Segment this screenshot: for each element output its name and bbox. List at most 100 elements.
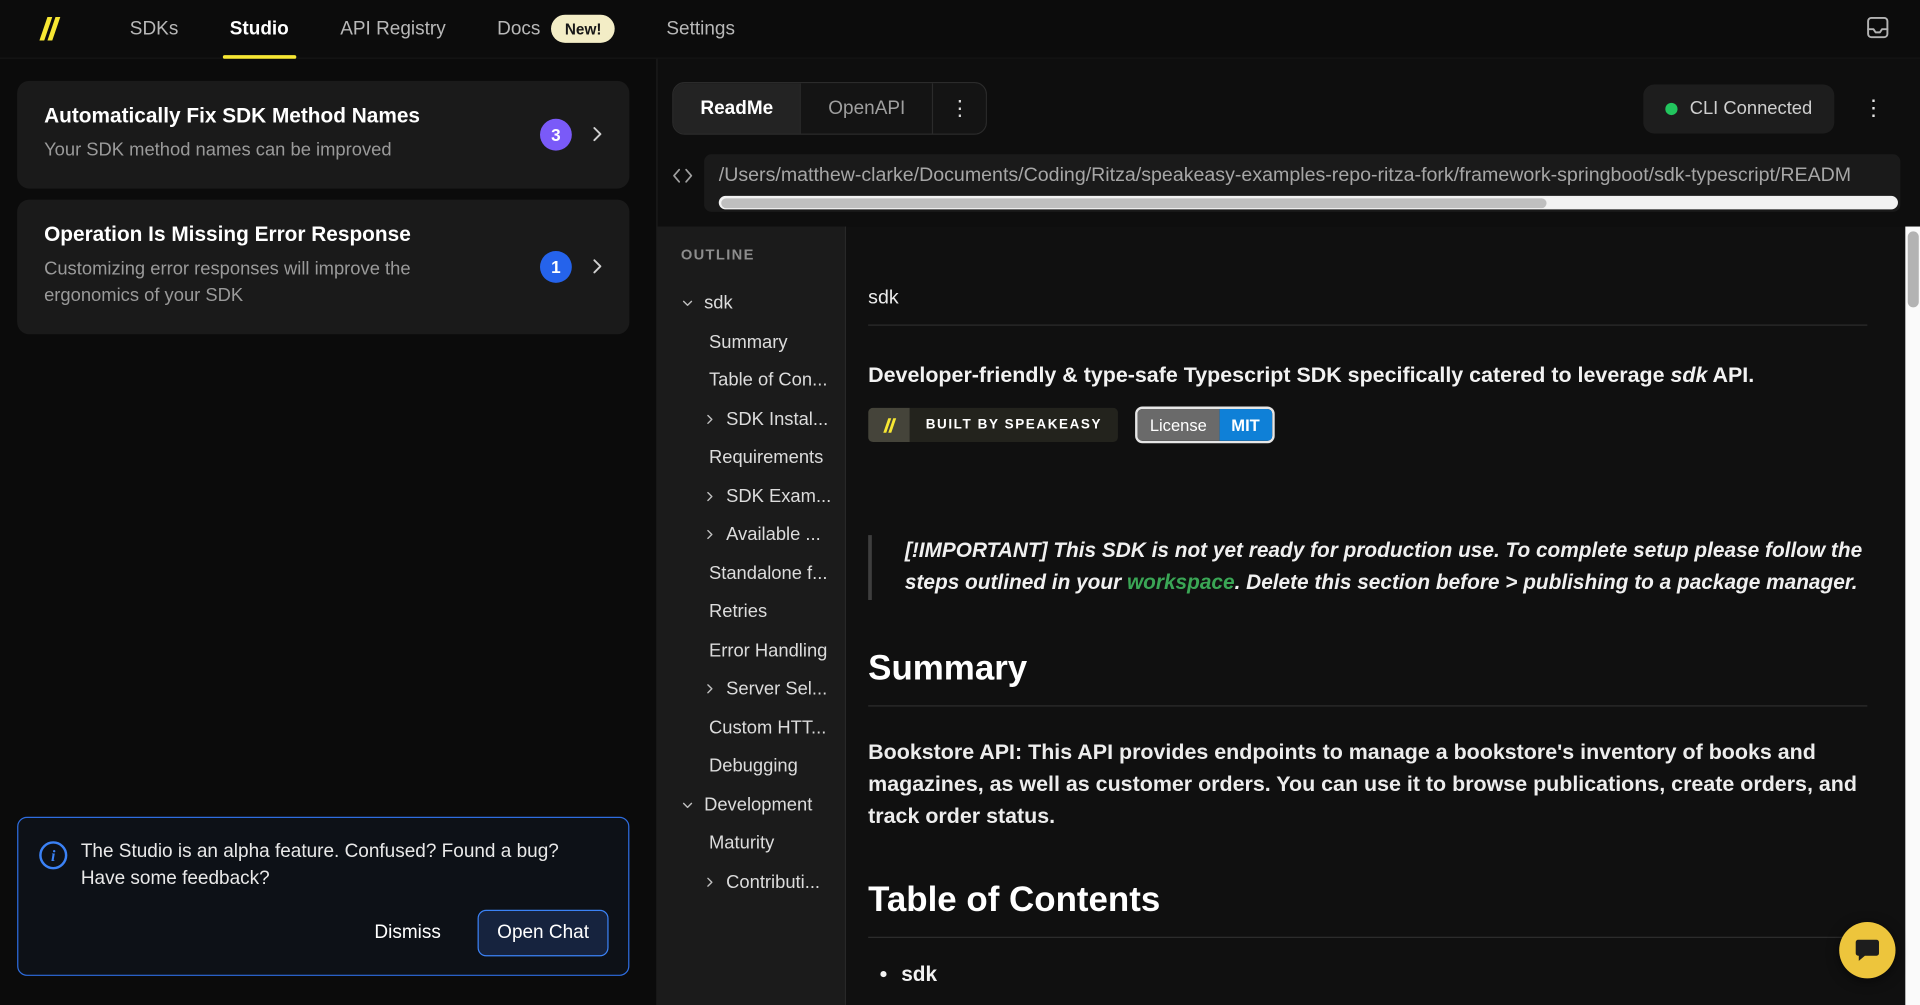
- outline-item-retries[interactable]: Retries: [681, 593, 845, 632]
- outline-item-sdk[interactable]: sdk: [681, 284, 845, 323]
- file-path-bar: /Users/matthew-clarke/Documents/Coding/R…: [667, 154, 1900, 212]
- outline-item-custom-http[interactable]: Custom HTT...: [681, 708, 845, 747]
- inbox-icon: [1865, 14, 1891, 43]
- top-navbar: SDKs Studio API Registry Docs New! Setti…: [0, 0, 1920, 59]
- vertical-scrollbar-thumb[interactable]: [1907, 231, 1918, 307]
- chevron-down-icon[interactable]: [681, 297, 694, 310]
- editor-header: ReadMe OpenAPI ⋮ CLI Connected ⋮: [658, 59, 1920, 135]
- suggestion-card-text: Operation Is Missing Error Response Cust…: [44, 222, 520, 310]
- outline-item-sdk-examples[interactable]: SDK Exam...: [681, 477, 845, 516]
- outline-item-label: Maturity: [709, 833, 774, 854]
- nav-studio-label: Studio: [230, 18, 289, 40]
- outline-item-requirements[interactable]: Requirements: [681, 438, 845, 477]
- suggestion-subtitle: Your SDK method names can be improved: [44, 137, 485, 165]
- outline-item-label: Contributi...: [726, 872, 820, 893]
- outline-item-table-of-contents[interactable]: Table of Con...: [681, 361, 845, 400]
- outline-item-maturity[interactable]: Maturity: [681, 824, 845, 863]
- built-by-speakeasy-badge[interactable]: BUILT BY SPEAKEASY: [868, 408, 1118, 442]
- chevron-down-icon[interactable]: [681, 798, 694, 811]
- chevron-right-icon[interactable]: [703, 489, 716, 502]
- outline-header: OUTLINE: [681, 246, 845, 263]
- outline-item-label: Server Sel...: [726, 679, 827, 700]
- vertical-scrollbar[interactable]: [1905, 227, 1920, 1005]
- suggestion-card-text: Automatically Fix SDK Method Names Your …: [44, 104, 520, 165]
- important-text-post: . Delete this section before > publishin…: [1235, 571, 1858, 594]
- built-by-speakeasy-label: BUILT BY SPEAKEASY: [910, 408, 1118, 442]
- license-label: License: [1138, 409, 1219, 441]
- outline-item-label: Standalone f...: [709, 563, 827, 584]
- workspace-link[interactable]: workspace: [1127, 571, 1235, 594]
- nav-sdks[interactable]: SDKs: [104, 0, 204, 58]
- chevron-right-icon: [587, 124, 608, 145]
- suggestions-panel: Automatically Fix SDK Method Names Your …: [0, 59, 656, 1005]
- file-path: /Users/matthew-clarke/Documents/Coding/R…: [719, 165, 1898, 187]
- outline-item-label: Retries: [709, 602, 767, 623]
- horizontal-scrollbar-thumb[interactable]: [721, 198, 1546, 208]
- readme-content: sdk Developer-friendly & type-safe Types…: [868, 288, 1867, 988]
- nav-docs[interactable]: Docs New!: [471, 0, 640, 58]
- editor-tab-group: ReadMe OpenAPI ⋮: [672, 82, 987, 135]
- outline-item-error-handling[interactable]: Error Handling: [681, 631, 845, 670]
- suggestion-title: Automatically Fix SDK Method Names: [44, 104, 520, 128]
- toc-heading: Table of Contents: [868, 881, 1867, 939]
- chat-bubble-icon: [1853, 936, 1882, 965]
- speakeasy-logo-icon[interactable]: [37, 15, 63, 43]
- outline-item-contributions[interactable]: Contributi...: [681, 863, 845, 902]
- chevron-right-icon[interactable]: [703, 682, 716, 695]
- summary-paragraph: Bookstore API: This API provides endpoin…: [868, 736, 1867, 832]
- docs-new-badge: New!: [551, 15, 615, 43]
- outline-item-available[interactable]: Available ...: [681, 516, 845, 555]
- main-layout: Automatically Fix SDK Method Names Your …: [0, 59, 1920, 1005]
- outline-item-label: Summary: [709, 332, 788, 353]
- outline-item-label: SDK Instal...: [726, 409, 828, 430]
- editor-menu-button[interactable]: ⋮: [1859, 96, 1888, 122]
- nav-api-registry-label: API Registry: [340, 18, 445, 40]
- tab-openapi[interactable]: OpenAPI: [800, 83, 932, 133]
- license-badge[interactable]: License MIT: [1138, 409, 1272, 441]
- nav-studio[interactable]: Studio: [204, 0, 314, 58]
- tab-readme-label: ReadMe: [700, 97, 773, 119]
- info-icon: i: [39, 841, 67, 869]
- outline-item-label: Development: [704, 794, 812, 815]
- readme-preview: sdk Developer-friendly & type-safe Types…: [846, 227, 1905, 1005]
- nav-api-registry[interactable]: API Registry: [315, 0, 472, 58]
- suggestion-count-badge: 3: [540, 118, 572, 150]
- tab-openapi-label: OpenAPI: [828, 97, 905, 119]
- outline-item-server-selection[interactable]: Server Sel...: [681, 670, 845, 709]
- inbox-button[interactable]: [1865, 14, 1891, 43]
- editor-header-right: CLI Connected ⋮: [1643, 84, 1888, 133]
- alert-content: i The Studio is an alpha feature. Confus…: [39, 839, 608, 893]
- chevron-right-icon[interactable]: [703, 412, 716, 425]
- intro-prefix: Developer-friendly & type-safe Typescrip…: [868, 362, 1670, 386]
- chevron-right-icon[interactable]: [703, 528, 716, 541]
- outline-item-label: Custom HTT...: [709, 717, 826, 738]
- chevron-right-icon[interactable]: [703, 875, 716, 888]
- outline-item-label: SDK Exam...: [726, 486, 831, 507]
- suggestion-count-badge: 1: [540, 250, 572, 282]
- kebab-icon: ⋮: [949, 96, 970, 120]
- file-path-container: /Users/matthew-clarke/Documents/Coding/R…: [704, 154, 1900, 212]
- chat-fab-button[interactable]: [1839, 922, 1895, 978]
- outline-sidebar: OUTLINE sdk Summary Table of Con... SDK …: [658, 227, 847, 1005]
- outline-item-label: sdk: [704, 293, 733, 314]
- alert-message: The Studio is an alpha feature. Confused…: [81, 839, 571, 893]
- toc-item-sdk[interactable]: sdk: [901, 963, 1867, 987]
- dismiss-button[interactable]: Dismiss: [372, 915, 443, 952]
- cli-status-badge: CLI Connected: [1643, 84, 1834, 133]
- nav-settings-label: Settings: [666, 18, 735, 40]
- open-chat-button[interactable]: Open Chat: [478, 910, 609, 957]
- suggestion-card-missing-error-response[interactable]: Operation Is Missing Error Response Cust…: [17, 199, 629, 334]
- outline-item-summary[interactable]: Summary: [681, 323, 845, 362]
- chevron-right-icon: [587, 256, 608, 277]
- nav-settings[interactable]: Settings: [641, 0, 761, 58]
- outline-item-debugging[interactable]: Debugging: [681, 747, 845, 786]
- tab-readme[interactable]: ReadMe: [673, 83, 800, 133]
- horizontal-scrollbar[interactable]: [719, 196, 1898, 209]
- readme-intro: Developer-friendly & type-safe Typescrip…: [868, 362, 1867, 388]
- suggestion-card-fix-method-names[interactable]: Automatically Fix SDK Method Names Your …: [17, 81, 629, 188]
- cli-status-label: CLI Connected: [1690, 98, 1813, 119]
- outline-item-sdk-installation[interactable]: SDK Instal...: [681, 400, 845, 439]
- tab-options-button[interactable]: ⋮: [932, 83, 986, 133]
- outline-item-development[interactable]: Development: [681, 786, 845, 825]
- outline-item-standalone-functions[interactable]: Standalone f...: [681, 554, 845, 593]
